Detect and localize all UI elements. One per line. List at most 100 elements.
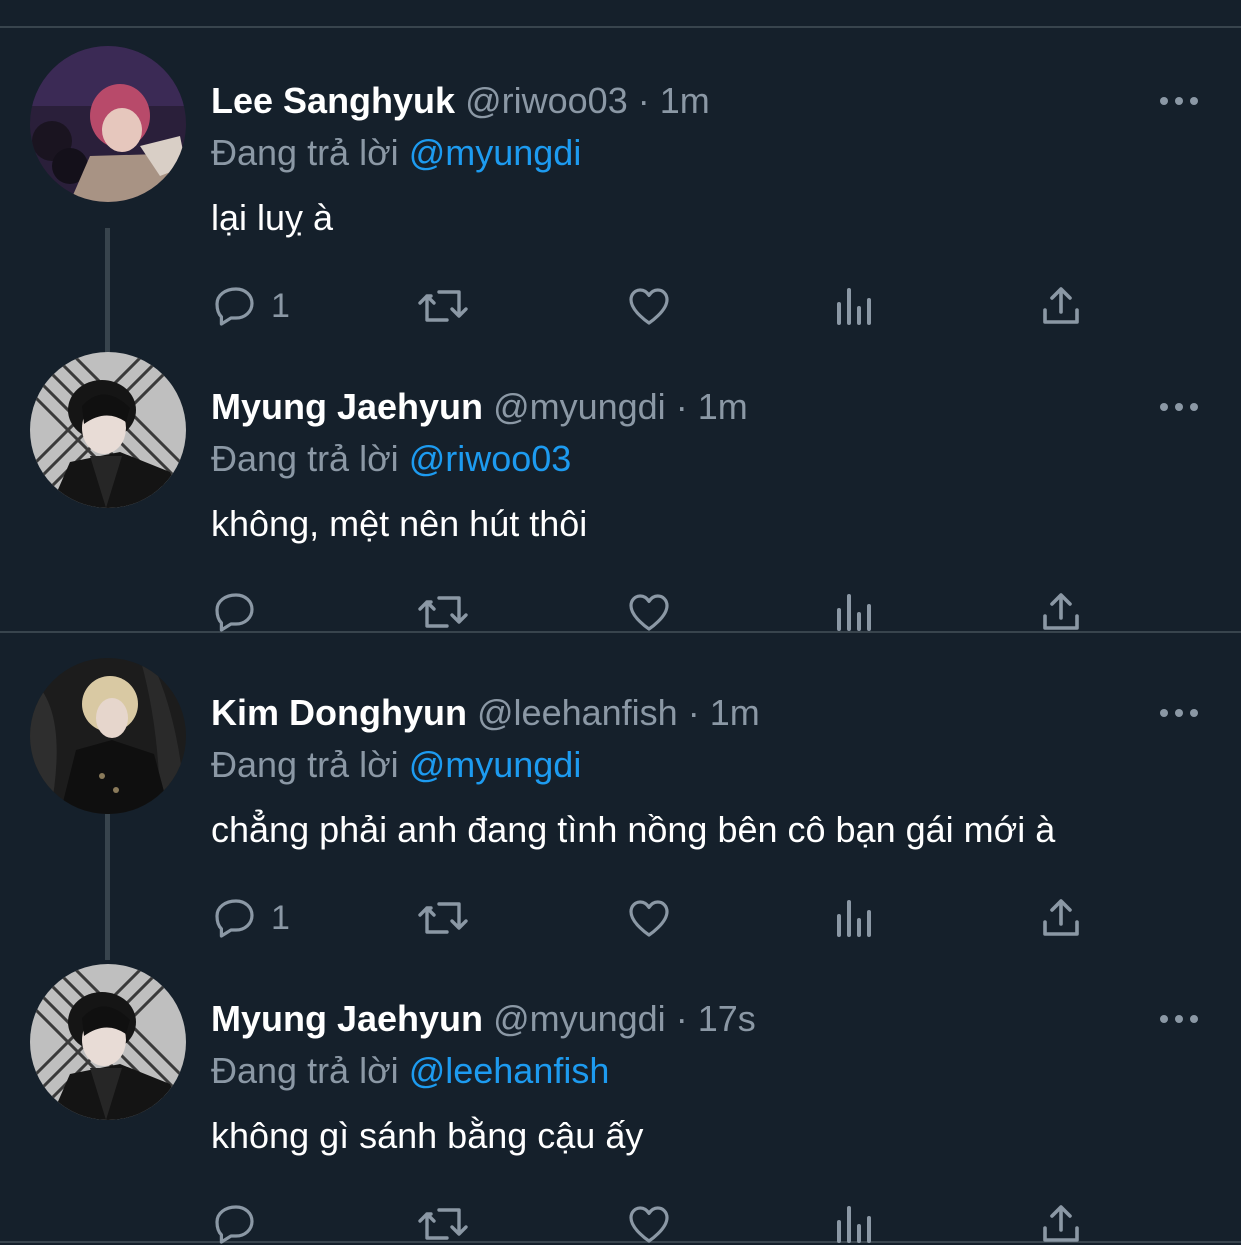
user-handle[interactable]: @myungdi [493, 998, 666, 1039]
display-name[interactable]: Myung Jaehyun [211, 998, 483, 1039]
tweet-header: Myung Jaehyun @myungdi · 17s [211, 996, 756, 1042]
tweet-text: không gì sánh bằng cậu ấy [211, 1115, 644, 1156]
avatar[interactable] [30, 658, 186, 814]
avatar[interactable] [30, 964, 186, 1120]
user-handle[interactable]: @myungdi [493, 386, 666, 427]
heart-icon [629, 288, 669, 325]
reply-count: 1 [271, 286, 290, 325]
separator-dot: · [687, 692, 700, 733]
analytics-bars-icon [837, 900, 871, 937]
tweet-header: Lee Sanghyuk @riwoo03 · 1m [211, 78, 710, 124]
reply-button[interactable]: 1 [211, 278, 290, 334]
like-button[interactable] [625, 278, 673, 334]
reply-button[interactable] [211, 1196, 271, 1245]
display-name[interactable]: Myung Jaehyun [211, 386, 483, 427]
analytics-button[interactable] [831, 890, 879, 946]
retweet-icon [418, 1208, 468, 1240]
tweet-item[interactable]: Myung Jaehyun @myungdi · 17s Đang trả lờ… [0, 946, 1241, 1245]
retweet-button[interactable] [415, 278, 471, 334]
reply-button[interactable] [211, 584, 271, 640]
user-handle[interactable]: @leehanfish [477, 692, 678, 733]
tweet-actions [211, 584, 1091, 640]
reply-count: 1 [271, 898, 290, 937]
more-options-button[interactable] [1158, 392, 1202, 422]
timestamp[interactable]: 1m [660, 80, 710, 121]
replying-to: Đang trả lời @riwoo03 [211, 436, 571, 482]
avatar-photo-blonde-hair [30, 658, 186, 814]
replying-to: Đang trả lời @myungdi [211, 742, 581, 788]
tweet-actions: 1 [211, 890, 1091, 946]
mention-link[interactable]: @myungdi [409, 744, 582, 785]
tweet-actions [211, 1196, 1091, 1245]
share-button[interactable] [1037, 584, 1085, 640]
avatar-photo-dark-hair [30, 964, 186, 1120]
timestamp[interactable]: 1m [698, 386, 748, 427]
avatar[interactable] [30, 46, 186, 202]
tweet-header: Myung Jaehyun @myungdi · 1m [211, 384, 748, 430]
reply-bubble-icon [215, 287, 254, 326]
replying-label: Đang trả lời [211, 1050, 399, 1091]
reply-timeline: Lee Sanghyuk @riwoo03 · 1m Đang trả lời … [0, 0, 1241, 1245]
share-upload-icon [1043, 287, 1079, 324]
more-dots-icon [1160, 709, 1198, 717]
replying-label: Đang trả lời [211, 132, 399, 173]
more-dots-icon [1160, 1015, 1198, 1023]
timestamp[interactable]: 17s [698, 998, 756, 1039]
heart-icon [629, 1206, 669, 1243]
tweet-item[interactable]: Kim Donghyun @leehanfish · 1m Đang trả l… [0, 640, 1241, 960]
share-upload-icon [1043, 899, 1079, 936]
mention-link[interactable]: @riwoo03 [409, 438, 572, 479]
timestamp[interactable]: 1m [710, 692, 760, 733]
share-button[interactable] [1037, 278, 1085, 334]
more-options-button[interactable] [1158, 1004, 1202, 1034]
display-name[interactable]: Kim Donghyun [211, 692, 467, 733]
heart-icon [629, 900, 669, 937]
retweet-icon [418, 902, 468, 934]
replying-to: Đang trả lời @myungdi [211, 130, 581, 176]
replying-label: Đang trả lời [211, 744, 399, 785]
reply-button[interactable]: 1 [211, 890, 290, 946]
retweet-icon [418, 290, 468, 322]
like-button[interactable] [625, 584, 673, 640]
heart-icon [629, 594, 669, 631]
tweet-actions: 1 [211, 278, 1091, 334]
separator-dot: · [637, 80, 650, 121]
avatar-photo-pink-hair [30, 46, 186, 202]
more-options-button[interactable] [1158, 86, 1202, 116]
retweet-button[interactable] [415, 890, 471, 946]
thread-connector [105, 814, 110, 960]
analytics-bars-icon [837, 594, 871, 631]
tweet-item[interactable]: Myung Jaehyun @myungdi · 1m Đang trả lời… [0, 334, 1241, 640]
more-dots-icon [1160, 403, 1198, 411]
tweet-item[interactable]: Lee Sanghyuk @riwoo03 · 1m Đang trả lời … [0, 28, 1241, 354]
share-button[interactable] [1037, 1196, 1085, 1245]
separator-dot: · [675, 998, 688, 1039]
analytics-button[interactable] [831, 278, 879, 334]
mention-link[interactable]: @leehanfish [409, 1050, 610, 1091]
retweet-button[interactable] [415, 584, 471, 640]
display-name[interactable]: Lee Sanghyuk [211, 80, 455, 121]
analytics-button[interactable] [831, 1196, 879, 1245]
reply-bubble-icon [215, 899, 254, 938]
analytics-bars-icon [837, 288, 871, 325]
retweet-button[interactable] [415, 1196, 471, 1245]
more-dots-icon [1160, 97, 1198, 105]
analytics-button[interactable] [831, 584, 879, 640]
share-button[interactable] [1037, 890, 1085, 946]
mention-link[interactable]: @myungdi [409, 132, 582, 173]
tweet-header: Kim Donghyun @leehanfish · 1m [211, 690, 760, 736]
retweet-icon [418, 596, 468, 628]
like-button[interactable] [625, 890, 673, 946]
tweet-text: chẳng phải anh đang tình nồng bên cô bạn… [211, 809, 1056, 850]
replying-label: Đang trả lời [211, 438, 399, 479]
avatar[interactable] [30, 352, 186, 508]
share-upload-icon [1043, 1205, 1079, 1242]
more-options-button[interactable] [1158, 698, 1202, 728]
tweet-text: lại luỵ à [211, 197, 334, 238]
reply-bubble-icon [215, 1205, 254, 1244]
like-button[interactable] [625, 1196, 673, 1245]
replying-to: Đang trả lời @leehanfish [211, 1048, 609, 1094]
reply-bubble-icon [215, 593, 254, 632]
user-handle[interactable]: @riwoo03 [465, 80, 628, 121]
tweet-text: không, mệt nên hút thôi [211, 503, 588, 544]
